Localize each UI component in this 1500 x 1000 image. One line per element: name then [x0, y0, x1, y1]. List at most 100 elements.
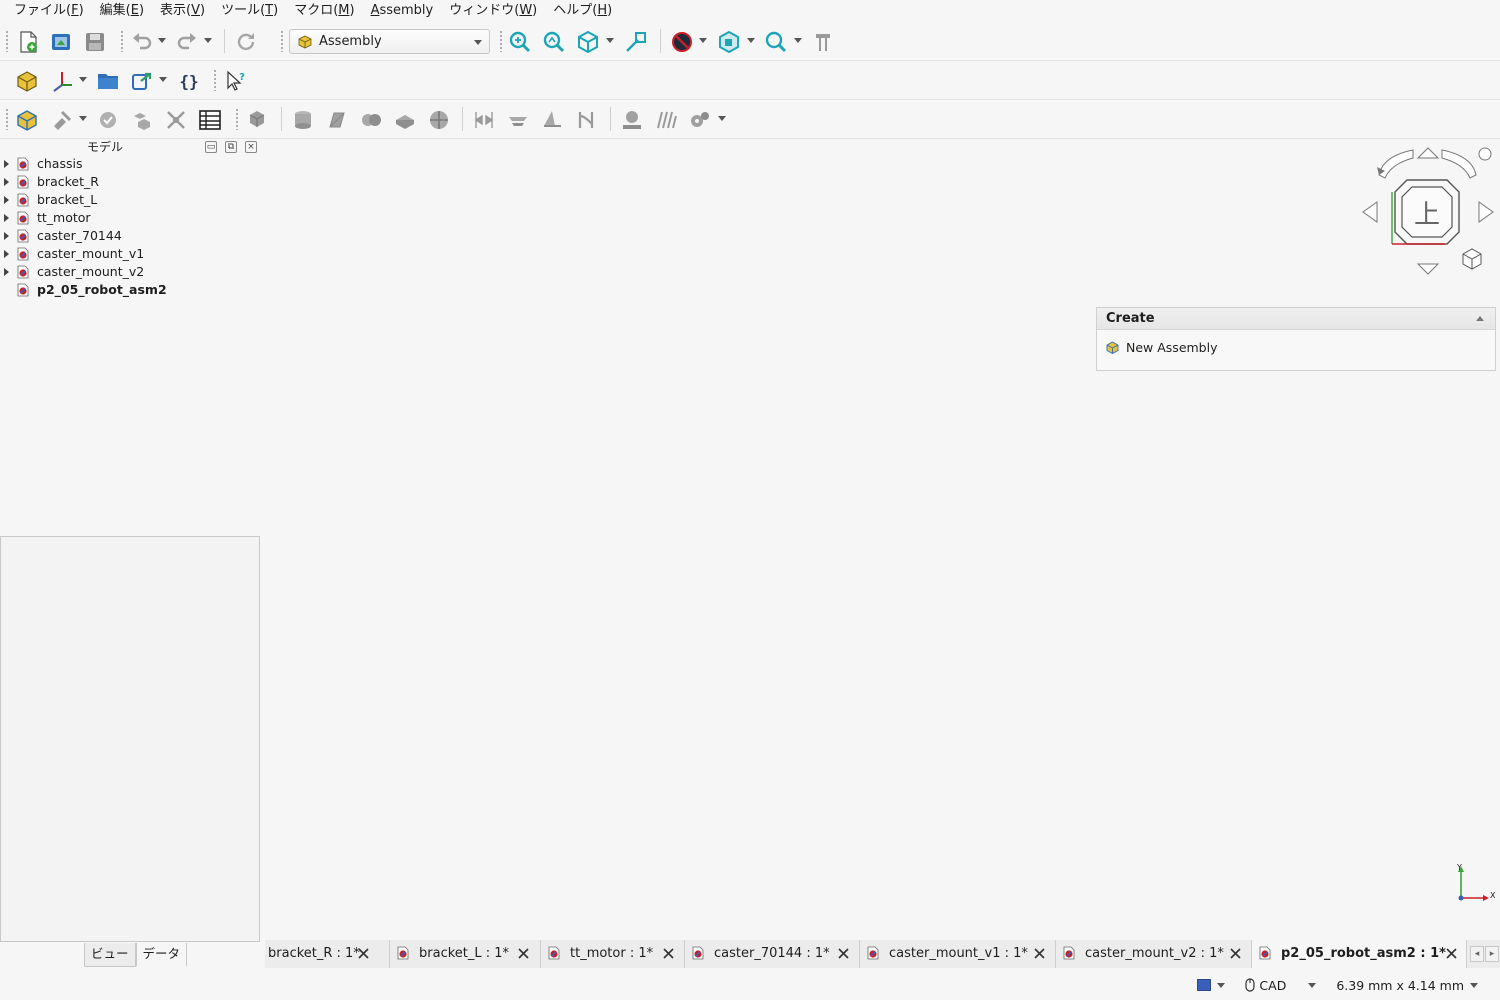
distance-joint-icon[interactable] [470, 106, 498, 134]
revolute-joint-icon[interactable] [323, 106, 351, 134]
menu-file[interactable]: ファイル(F) [6, 0, 92, 22]
workbench-selector[interactable]: Assembly [289, 29, 490, 54]
isometric-view-icon[interactable] [574, 28, 602, 56]
rotate-left-arrow-icon[interactable] [1377, 149, 1414, 179]
folder-icon[interactable] [94, 67, 122, 95]
tree-item[interactable]: bracket_L [0, 191, 262, 209]
screw-joint-icon[interactable] [652, 106, 680, 134]
menu-edit[interactable]: 編集(E) [92, 0, 152, 22]
toolbar-grip[interactable] [120, 30, 124, 52]
expand-arrow-icon[interactable] [4, 160, 9, 168]
doc-tab[interactable]: caster_70144 : 1* [685, 940, 860, 968]
toolbar-grip[interactable] [5, 108, 9, 130]
fit-all-icon[interactable] [506, 28, 534, 56]
panel-close-icon[interactable]: × [245, 141, 257, 153]
expand-arrow-icon[interactable] [4, 250, 9, 258]
expand-arrow-icon[interactable] [4, 178, 9, 186]
panel-collapse-icon[interactable]: ▭ [205, 141, 217, 153]
link-dropdown-arrow[interactable] [159, 77, 167, 82]
redo-dropdown-arrow[interactable] [204, 38, 212, 43]
view-dropdown-arrow[interactable] [606, 38, 614, 43]
part-icon[interactable] [13, 67, 41, 95]
ground-icon[interactable] [243, 106, 271, 134]
redo-icon[interactable] [173, 28, 201, 56]
doc-tab[interactable]: bracket_L : 1* [390, 940, 541, 968]
gears-icon[interactable] [686, 106, 714, 134]
draw-style-dropdown-arrow[interactable] [699, 38, 707, 43]
new-assembly-task-item[interactable]: New Assembly [1106, 340, 1218, 355]
toolbar-grip[interactable] [280, 30, 284, 52]
close-icon[interactable] [1033, 947, 1046, 960]
view-up-arrow-icon[interactable] [1416, 147, 1440, 159]
draw-style-status[interactable] [1197, 979, 1231, 991]
save-icon[interactable] [81, 28, 109, 56]
tree-item[interactable]: caster_mount_v1 [0, 245, 262, 263]
tab-data[interactable]: データ [135, 943, 188, 967]
view-left-arrow-icon[interactable] [1362, 201, 1378, 223]
undo-icon[interactable] [128, 28, 156, 56]
tab-view[interactable]: ビュー [84, 943, 136, 967]
fit-selection-icon[interactable] [540, 28, 568, 56]
menu-assembly[interactable]: Assembly [363, 0, 442, 22]
new-file-icon[interactable] [14, 28, 42, 56]
draw-style-icon[interactable] [668, 28, 696, 56]
close-icon[interactable] [1445, 947, 1458, 960]
expand-arrow-icon[interactable] [4, 196, 9, 204]
close-icon[interactable] [357, 947, 370, 960]
tree-item[interactable]: caster_mount_v2 [0, 263, 262, 281]
tab-scroll-left-icon[interactable]: ◂ [1470, 946, 1484, 962]
toolbar-grip[interactable] [5, 30, 9, 52]
task-panel-header[interactable]: Create [1097, 308, 1495, 330]
doc-tab[interactable]: tt_motor : 1* [541, 940, 685, 968]
tree-item[interactable]: tt_motor [0, 209, 262, 227]
refresh-icon[interactable] [232, 28, 260, 56]
menu-help[interactable]: ヘルプ(H) [545, 0, 620, 22]
rack-pinion-icon[interactable] [618, 106, 646, 134]
expand-arrow-icon[interactable] [4, 214, 9, 222]
tab-scroll-right-icon[interactable]: ▸ [1485, 946, 1499, 962]
slider-joint-icon[interactable] [391, 106, 419, 134]
measure-pick-icon[interactable] [622, 28, 650, 56]
toolbar-grip[interactable] [235, 108, 239, 130]
tree-item-active-document[interactable]: p2_05_robot_asm2 [0, 281, 262, 299]
tree-item[interactable]: bracket_R [0, 173, 262, 191]
view-right-arrow-icon[interactable] [1478, 201, 1494, 223]
property-view[interactable] [0, 536, 260, 942]
3d-viewport[interactable] [265, 139, 1500, 939]
ball-joint-icon[interactable] [425, 106, 453, 134]
chevron-up-icon[interactable] [1476, 316, 1484, 321]
navigation-style-status[interactable]: CAD [1245, 978, 1322, 993]
tree-item[interactable]: caster_70144 [0, 227, 262, 245]
std-views-dropdown-arrow[interactable] [747, 38, 755, 43]
doc-tab[interactable]: bracket_R : 1* [265, 940, 390, 968]
panel-float-icon[interactable]: ⧉ [225, 141, 237, 153]
new-assembly-icon[interactable] [13, 106, 41, 134]
zoom-dropdown-arrow[interactable] [794, 38, 802, 43]
fixed-joint-icon[interactable] [289, 106, 317, 134]
navigation-cube[interactable]: 上 [1355, 140, 1500, 280]
close-icon[interactable] [1229, 947, 1242, 960]
view-down-arrow-icon[interactable] [1416, 263, 1440, 275]
undo-dropdown-arrow[interactable] [158, 38, 166, 43]
view-home-cube-icon[interactable] [1462, 248, 1482, 270]
menu-view[interactable]: 表示(V) [152, 0, 213, 22]
doc-tab-active[interactable]: p2_05_robot_asm2 : 1* [1252, 940, 1467, 968]
menu-window[interactable]: ウィンドウ(W) [441, 0, 545, 22]
close-icon[interactable] [662, 947, 675, 960]
dimensions-status[interactable]: 6.39 mm x 4.14 mm [1336, 978, 1484, 993]
perpendicular-joint-icon[interactable] [538, 106, 566, 134]
expand-arrow-icon[interactable] [4, 232, 9, 240]
bom-table-icon[interactable] [196, 106, 224, 134]
gears-dropdown-arrow[interactable] [718, 116, 726, 121]
tree-item[interactable]: chassis [0, 155, 262, 173]
doc-tab[interactable]: caster_mount_v2 : 1* [1056, 940, 1252, 968]
navcube-menu-icon[interactable] [1478, 147, 1492, 161]
datum-dropdown-arrow[interactable] [79, 77, 87, 82]
close-icon[interactable] [837, 947, 850, 960]
menu-tools[interactable]: ツール(T) [213, 0, 286, 22]
close-icon[interactable] [517, 947, 530, 960]
rotate-right-arrow-icon[interactable] [1441, 149, 1477, 179]
insert-component-icon[interactable] [48, 106, 76, 134]
open-file-icon[interactable] [47, 28, 75, 56]
std-views-icon[interactable] [715, 28, 743, 56]
